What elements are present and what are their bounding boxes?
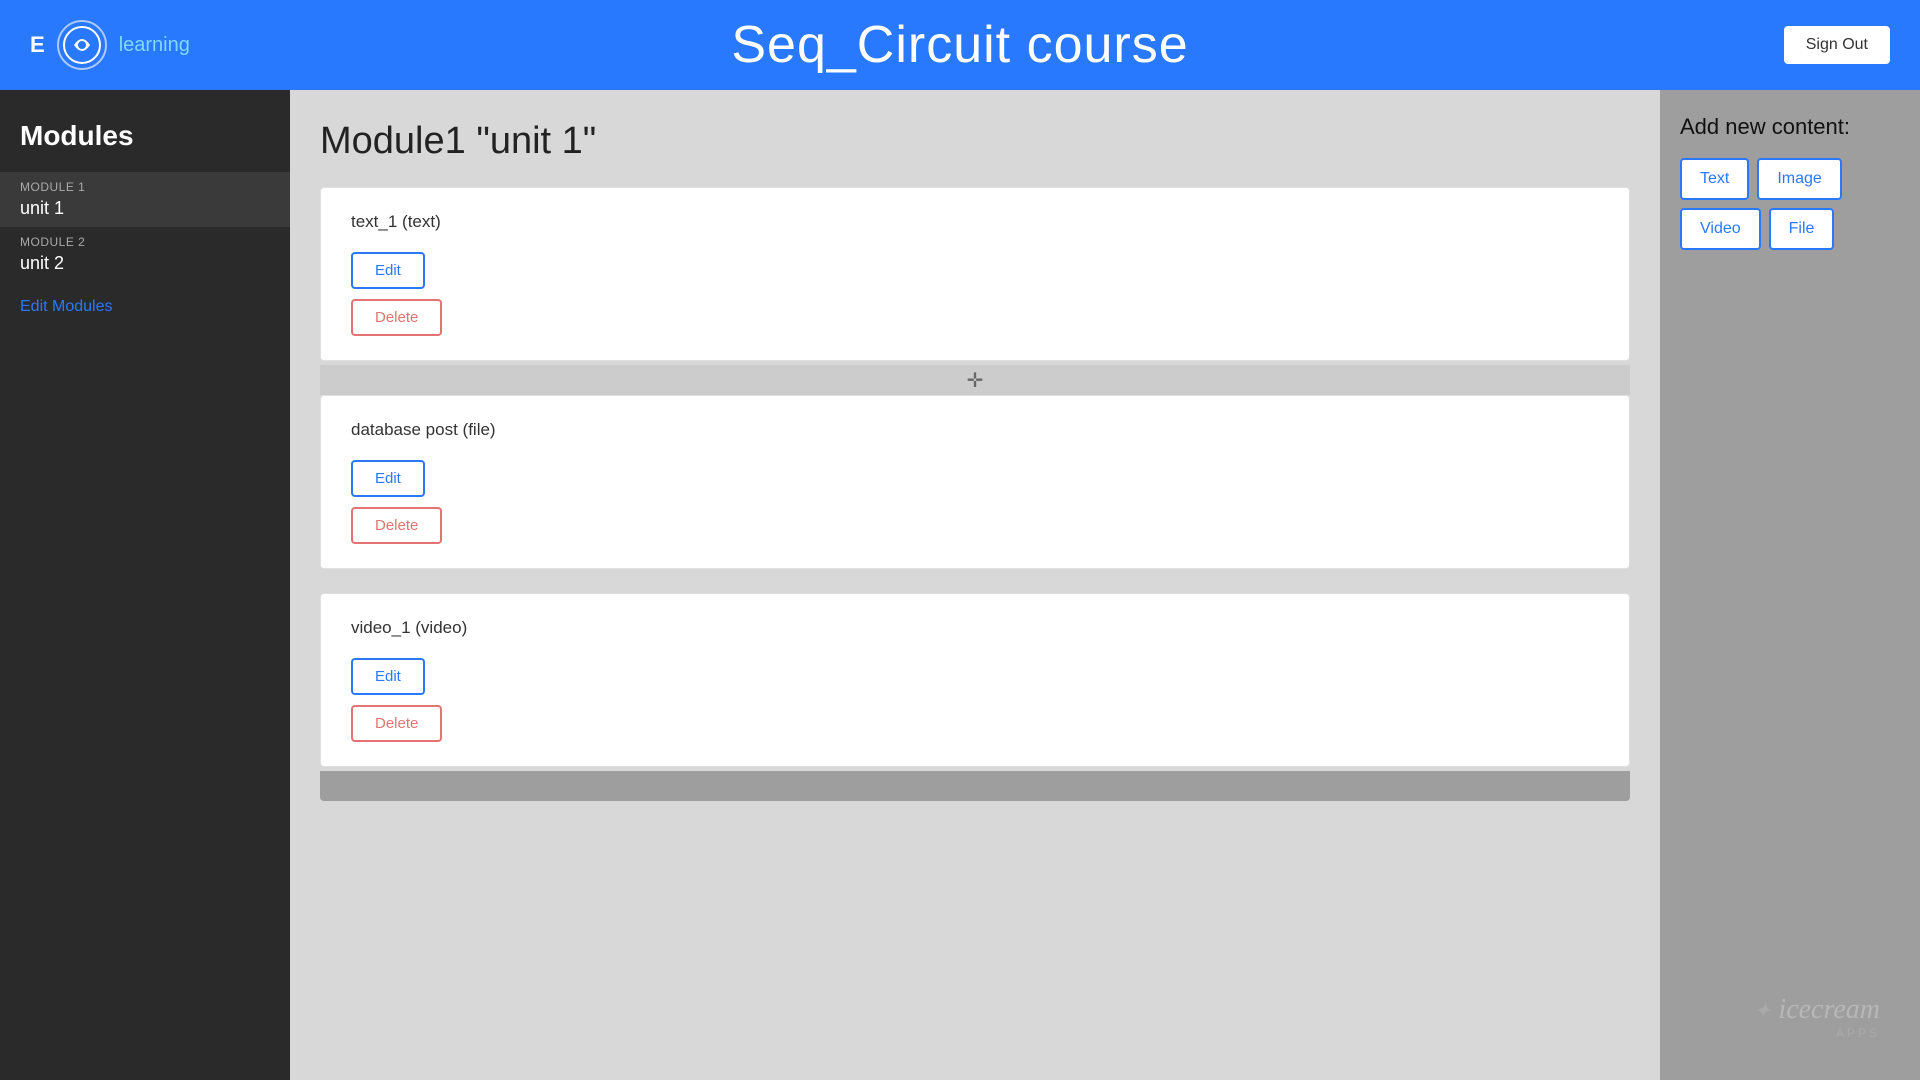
sidebar-item-module2[interactable]: MODULE 2 unit 2 [0,227,290,282]
content-area: Module1 "unit 1" text_1 (text) Edit Dele… [290,90,1660,1080]
bottom-bar [320,771,1630,801]
signout-button[interactable]: Sign Out [1784,26,1890,64]
header-title: Seq_Circuit course [731,15,1188,75]
block1-delete-button[interactable]: Delete [351,299,442,336]
header-learning-label: learning [119,34,190,57]
sidebar-title: Modules [0,110,290,172]
logo-icon [62,25,102,65]
header-logo [57,20,107,70]
watermark-subtext: APPS [1753,1026,1880,1040]
sidebar-item-module1[interactable]: MODULE 1 unit 1 [0,172,290,227]
block-spacer [320,573,1630,593]
add-file-button[interactable]: File [1769,208,1835,250]
content-block-text1: text_1 (text) Edit Delete [320,187,1630,361]
block3-delete-button[interactable]: Delete [351,705,442,742]
block3-edit-button[interactable]: Edit [351,658,425,695]
add-image-button[interactable]: Image [1757,158,1841,200]
sidebar: Modules MODULE 1 unit 1 MODULE 2 unit 2 … [0,90,290,1080]
drag-icon-1: ✛ [967,368,984,393]
block2-edit-button[interactable]: Edit [351,460,425,497]
block1-title: text_1 (text) [351,212,1599,232]
module1-label: MODULE 1 [20,180,270,194]
block3-title: video_1 (video) [351,618,1599,638]
add-text-button[interactable]: Text [1680,158,1749,200]
add-content-title: Add new content: [1680,114,1900,140]
module2-label: MODULE 2 [20,235,270,249]
module2-name: unit 2 [20,253,270,274]
content-block-video1: video_1 (video) Edit Delete [320,593,1630,767]
add-content-buttons: Text Image Video File [1680,158,1900,250]
block2-title: database post (file) [351,420,1599,440]
module1-name: unit 1 [20,198,270,219]
header: E learning Seq_Circuit course Sign Out [0,0,1920,90]
add-video-button[interactable]: Video [1680,208,1761,250]
edit-modules-link[interactable]: Edit Modules [0,282,290,316]
main-layout: Modules MODULE 1 unit 1 MODULE 2 unit 2 … [0,90,1920,1080]
block1-edit-button[interactable]: Edit [351,252,425,289]
block2-delete-button[interactable]: Delete [351,507,442,544]
right-panel: Add new content: Text Image Video File ✦… [1660,90,1920,1080]
watermark: ✦ icecream APPS [1753,994,1880,1040]
page-title: Module1 "unit 1" [320,120,1630,163]
content-block-file: database post (file) Edit Delete [320,395,1630,569]
drag-handle-1[interactable]: ✛ [320,365,1630,395]
header-e-label: E [30,32,45,58]
watermark-text: ✦ icecream [1753,994,1880,1026]
header-left: E learning [30,20,190,70]
